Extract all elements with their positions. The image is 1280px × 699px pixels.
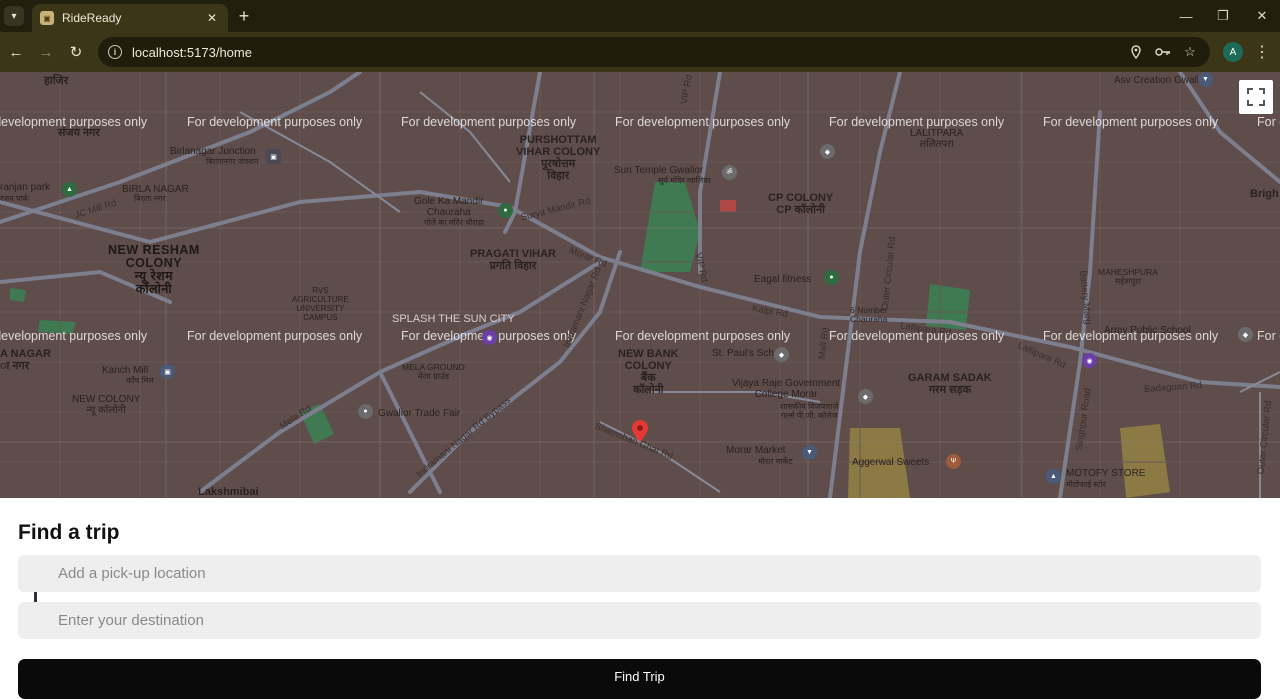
map-label: RVS AGRICULTURE UNIVERSITY CAMPUS — [292, 286, 349, 322]
map-label: काँच मिल — [126, 376, 154, 385]
tab-title: RideReady — [62, 11, 122, 25]
profile-avatar[interactable]: A — [1223, 42, 1243, 62]
dev-watermark: For development purposes only — [829, 115, 1005, 129]
browser-tab-strip: ▾ ▣ RideReady ✕ + — ❐ ✕ — [0, 0, 1280, 32]
browser-menu-icon[interactable]: ⋮ — [1252, 42, 1272, 62]
map-label: Kanch Mill — [102, 365, 149, 376]
map-label: बिरलानगर जंक्शन — [206, 157, 259, 166]
map-label: रंजन पार्क — [0, 194, 29, 203]
attraction-icon[interactable]: ◉ — [1082, 353, 1097, 368]
map-label: सूर्य मंदिर ग्वालियर — [658, 176, 712, 185]
map-label: Army Public School — [1104, 325, 1191, 336]
address-bar[interactable]: i localhost:5173/home ☆ — [98, 37, 1210, 67]
restore-window-icon[interactable]: ❐ — [1211, 6, 1235, 26]
map-label: Gwalior Trade Fair — [378, 408, 461, 419]
forward-arrow-icon[interactable]: → — [36, 42, 56, 62]
location-pin-icon[interactable] — [1126, 42, 1146, 62]
map-label: मोटोफाई स्टोर — [1066, 480, 1106, 489]
map-label: NEW COLONY न्यू कॉलोनी — [72, 394, 141, 416]
map-label: बिरला नगर — [134, 194, 166, 203]
map-label: GARAM SADAK गरम सड़क — [908, 372, 992, 396]
close-window-icon[interactable]: ✕ — [1250, 6, 1274, 26]
map-label: संजय नगर — [58, 127, 100, 139]
bus-stop-icon[interactable]: ▣ — [266, 149, 281, 164]
map-label: PRAGATI VIHAR प्रगति विहार — [470, 248, 556, 272]
map-label: CP COLONY CP कॉलोनी — [768, 192, 834, 216]
dev-watermark: For development purposes only — [1043, 115, 1219, 129]
reload-icon[interactable]: ↻ — [66, 42, 86, 62]
url-text[interactable]: localhost:5173/home — [132, 45, 1119, 60]
dev-watermark: For development purposes only — [615, 115, 791, 129]
school-icon[interactable]: ◆ — [1238, 327, 1253, 342]
pickup-location-input[interactable] — [18, 555, 1261, 592]
water-park-icon[interactable]: ◉ — [482, 330, 497, 345]
venue-icon[interactable]: ● — [358, 404, 373, 419]
map-label: MAHESHPURA महेशपुरा — [1098, 267, 1158, 286]
school-icon[interactable]: ◆ — [820, 144, 835, 159]
landmark-icon[interactable]: ● — [498, 203, 513, 218]
map-label: A NAGAR ा नगर — [0, 348, 51, 372]
map-label: शासकीय विजयाराजे गर्ल्स पी.जी. कॉलेज — [780, 402, 839, 420]
fullscreen-icon — [1247, 88, 1265, 106]
close-tab-icon[interactable]: ✕ — [204, 10, 220, 26]
shop-icon[interactable]: ▣ — [160, 364, 175, 379]
map-label: PURSHOTTAM VIHAR COLONY पुरषोत्तम विहार — [516, 134, 601, 182]
dev-watermark: For development purposes only — [401, 115, 577, 129]
map-label: हाजिर — [44, 75, 69, 87]
site-info-icon[interactable]: i — [108, 45, 122, 59]
tab-search-chevron-icon[interactable]: ▾ — [4, 6, 24, 26]
map-label: MOTOFY STORE — [1066, 468, 1146, 479]
school-icon[interactable]: ◆ — [774, 347, 789, 362]
dev-watermark: For development purposes only — [187, 329, 363, 343]
store-icon[interactable]: ▲ — [1046, 469, 1061, 484]
map-label: Vijaya Raje Government College Morar — [732, 378, 841, 400]
map-label: ranjan park — [0, 182, 51, 193]
park-icon[interactable]: ▲ — [62, 182, 77, 197]
market-icon[interactable]: ▼ — [802, 445, 817, 460]
map-label: Birlanagar Junction — [170, 146, 256, 157]
map-label: NEW RESHAM COLONY न्यू रेशम कॉलोनी — [108, 243, 200, 296]
map-label: NEW BANK COLONY बैंक कॉलोनी — [618, 348, 679, 396]
map-label: Eagal fitness — [754, 274, 812, 285]
map-label: Lakshmibai — [198, 486, 259, 498]
dev-watermark: For development purposes only — [187, 115, 363, 129]
location-marker-icon[interactable] — [632, 420, 648, 442]
map-label: Sun Temple Gwalior — [614, 165, 704, 176]
find-trip-heading: Find a trip — [18, 521, 120, 544]
new-tab-plus-icon[interactable]: + — [234, 6, 254, 26]
bookmark-star-icon[interactable]: ☆ — [1180, 42, 1200, 62]
map-label: गोले का मंदिर चौराहा — [424, 218, 485, 227]
app-favicon-icon: ▣ — [40, 11, 54, 25]
back-arrow-icon[interactable]: ← — [6, 42, 26, 62]
minimize-window-icon[interactable]: — — [1174, 6, 1198, 26]
map-view[interactable]: For development purposes only For develo… — [0, 72, 1280, 498]
restaurant-icon[interactable]: Ψ — [946, 454, 961, 469]
gym-icon[interactable]: ● — [824, 270, 839, 285]
college-icon[interactable]: ◆ — [858, 389, 873, 404]
dev-watermark: For development purposes only — [615, 329, 791, 343]
map-label: Morar Market — [726, 445, 786, 456]
dev-watermark: For development purposes only — [0, 329, 148, 343]
browser-tab-rideready[interactable]: ▣ RideReady ✕ — [32, 4, 228, 32]
destination-input[interactable] — [18, 602, 1261, 639]
find-trip-button[interactable]: Find Trip — [18, 659, 1261, 699]
map-label: Brigh — [1250, 188, 1279, 200]
temple-icon[interactable]: ॐ — [722, 165, 737, 180]
map-label: मोरार मार्केट — [758, 457, 793, 466]
map-label: Gole Ka Mandir Chauraha — [414, 196, 484, 218]
map-label: Aggerwal Sweets — [852, 457, 930, 468]
map-label: LALITPARA ललितपरा — [910, 128, 964, 150]
map-label: SPLASH THE SUN CITY — [392, 313, 515, 325]
dev-watermark: For development purposes only — [1257, 329, 1280, 343]
map-label: Asv Creation Gwalior — [1114, 75, 1208, 86]
map-fullscreen-button[interactable] — [1239, 80, 1273, 114]
map-label: MELA GROUND मेला ग्राउंड — [402, 362, 465, 381]
password-key-icon[interactable] — [1153, 42, 1173, 62]
dev-watermark: For development purposes only — [1257, 115, 1280, 129]
browser-toolbar: ← → ↻ i localhost:5173/home ☆ A ⋮ — [0, 32, 1280, 72]
shop-icon[interactable]: ▼ — [1198, 72, 1213, 87]
